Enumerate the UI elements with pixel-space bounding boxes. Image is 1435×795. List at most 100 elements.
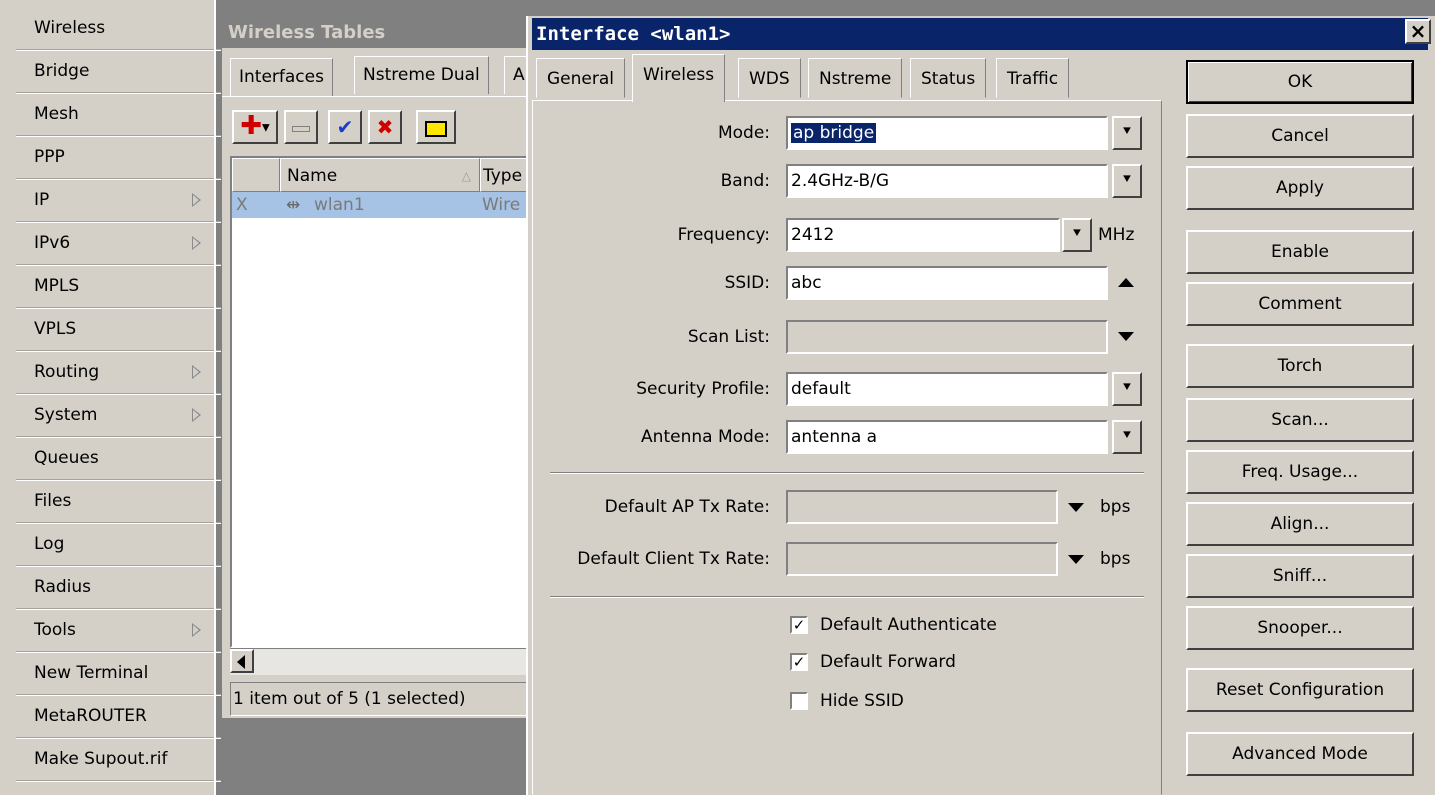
antenna-mode-dropdown-button[interactable]: ⯆	[1112, 420, 1142, 454]
row-type: Wire	[482, 195, 521, 215]
mode-value: ap bridge	[791, 123, 877, 143]
menu-item-tools[interactable]: Tools	[16, 610, 221, 653]
tab-wds[interactable]: WDS	[738, 58, 801, 98]
hide-ssid-label: Hide SSID	[820, 691, 904, 711]
expand-arrow-icon[interactable]	[1068, 503, 1084, 512]
row-name: wlan1	[314, 195, 365, 215]
close-button[interactable]: ×	[1405, 19, 1431, 44]
security-profile-dropdown-button[interactable]: ⯆	[1112, 372, 1142, 406]
comment-button[interactable]: Comment	[1186, 282, 1414, 326]
ok-button[interactable]: OK	[1186, 60, 1414, 104]
default-authenticate-checkbox[interactable]: ✓	[790, 616, 808, 634]
enable-button[interactable]: Enable	[1186, 230, 1414, 274]
apply-button[interactable]: Apply	[1186, 166, 1414, 210]
submenu-arrow-icon	[192, 623, 201, 637]
torch-button[interactable]: Torch	[1186, 344, 1414, 388]
dropdown-icon: ⯆	[1121, 380, 1133, 396]
reset-configuration-button[interactable]: Reset Configuration	[1186, 668, 1414, 712]
scroll-left-button[interactable]	[230, 649, 254, 673]
collapse-arrow-icon[interactable]	[1118, 278, 1134, 287]
band-dropdown-button[interactable]: ⯆	[1112, 164, 1142, 198]
default-forward-checkbox[interactable]: ✓	[790, 653, 808, 671]
frequency-dropdown-button[interactable]: ⯆	[1062, 218, 1092, 252]
status-bar: 1 item out of 5 (1 selected)	[230, 682, 532, 716]
ssid-input[interactable]: abc	[786, 266, 1108, 300]
align-button[interactable]: Align...	[1186, 502, 1414, 546]
menu-item-queues[interactable]: Queues	[16, 438, 221, 481]
mode-dropdown-button[interactable]: ⯆	[1112, 116, 1142, 150]
submenu-arrow-icon	[192, 193, 201, 207]
interfaces-table[interactable]: Name △ Type X ⇹ wlan1 Wire	[230, 156, 532, 648]
menu-item-ip[interactable]: IP	[16, 180, 221, 223]
menu-item-new-terminal[interactable]: New Terminal	[16, 653, 221, 696]
default-forward-label: Default Forward	[820, 652, 956, 672]
menu-label: Mesh	[34, 104, 79, 124]
menu-item-make-supout[interactable]: Make Supout.rif	[16, 739, 221, 782]
default-client-tx-rate-input[interactable]	[786, 542, 1058, 576]
menu-item-bridge[interactable]: Bridge	[16, 51, 221, 94]
column-header-flag[interactable]	[232, 158, 280, 192]
column-header-name[interactable]: Name △	[280, 158, 480, 192]
tab-traffic[interactable]: Traffic	[996, 58, 1070, 98]
scan-list-input[interactable]	[786, 320, 1108, 354]
add-button[interactable]: ✚▼	[232, 110, 278, 144]
frequency-label: Frequency:	[677, 225, 770, 245]
menu-item-system[interactable]: System	[16, 395, 221, 438]
default-authenticate-label: Default Authenticate	[820, 615, 997, 635]
tab-nstreme-dual[interactable]: Nstreme Dual	[354, 56, 489, 94]
remove-button[interactable]	[284, 110, 318, 144]
freq-usage-button[interactable]: Freq. Usage...	[1186, 450, 1414, 494]
menu-label: MPLS	[34, 276, 80, 296]
enable-button[interactable]: ✔	[328, 110, 362, 144]
menu-label: VPLS	[34, 319, 77, 339]
dropdown-icon: ⯆	[1121, 124, 1133, 140]
snooper-button[interactable]: Snooper...	[1186, 606, 1414, 650]
menu-item-files[interactable]: Files	[16, 481, 221, 524]
menu-label: System	[34, 405, 98, 425]
client-tx-rate-unit: bps	[1100, 549, 1131, 569]
tab-nstreme[interactable]: Nstreme	[808, 58, 903, 98]
tab-interfaces[interactable]: Interfaces	[230, 58, 333, 96]
band-select[interactable]: 2.4GHz-B/G	[786, 164, 1108, 198]
menu-item-routing[interactable]: Routing	[16, 352, 221, 395]
disable-button[interactable]: ✖	[368, 110, 402, 144]
menu-item-ipv6[interactable]: IPv6	[16, 223, 221, 266]
frequency-select[interactable]: 2412	[786, 218, 1060, 252]
tab-wireless[interactable]: Wireless	[632, 54, 726, 102]
tab-status[interactable]: Status	[910, 58, 987, 98]
section-divider	[550, 596, 1144, 598]
antenna-mode-select[interactable]: antenna a	[786, 420, 1108, 454]
tab-general[interactable]: General	[536, 58, 625, 98]
mode-label: Mode:	[717, 123, 770, 143]
column-header-type[interactable]: Type	[480, 158, 530, 192]
column-header-label: Name	[287, 166, 338, 186]
menu-item-radius[interactable]: Radius	[16, 567, 221, 610]
hide-ssid-checkbox[interactable]	[790, 692, 808, 710]
menu-item-log[interactable]: Log	[16, 524, 221, 567]
security-profile-select[interactable]: default	[786, 372, 1108, 406]
menu-item-vpls[interactable]: VPLS	[16, 309, 221, 352]
menu-item-ppp[interactable]: PPP	[16, 137, 221, 180]
expand-arrow-icon[interactable]	[1068, 555, 1084, 564]
default-ap-tx-rate-input[interactable]	[786, 490, 1058, 524]
sniff-button[interactable]: Sniff...	[1186, 554, 1414, 598]
menu-item-wireless[interactable]: Wireless	[16, 8, 221, 51]
dialog-title[interactable]: Interface <wlan1>	[532, 18, 1428, 50]
remove-icon	[292, 125, 310, 132]
comment-button[interactable]	[416, 110, 456, 144]
scan-button[interactable]: Scan...	[1186, 398, 1414, 442]
advanced-mode-button[interactable]: Advanced Mode	[1186, 732, 1414, 776]
mode-select[interactable]: ap bridge	[786, 116, 1108, 150]
cancel-button[interactable]: Cancel	[1186, 114, 1414, 158]
window-title[interactable]: Wireless Tables	[222, 18, 532, 48]
arrow-left-icon	[237, 655, 245, 669]
table-row[interactable]: X ⇹ wlan1 Wire	[232, 192, 530, 218]
menu-label: Bridge	[34, 61, 90, 81]
horizontal-scrollbar[interactable]	[230, 648, 532, 675]
menu-item-metarouter[interactable]: MetaROUTER	[16, 696, 221, 739]
menu-item-mesh[interactable]: Mesh	[16, 94, 221, 137]
expand-arrow-icon[interactable]	[1118, 332, 1134, 341]
chevron-down-icon: ▼	[262, 122, 270, 134]
menu-label: Queues	[34, 448, 99, 468]
menu-item-mpls[interactable]: MPLS	[16, 266, 221, 309]
